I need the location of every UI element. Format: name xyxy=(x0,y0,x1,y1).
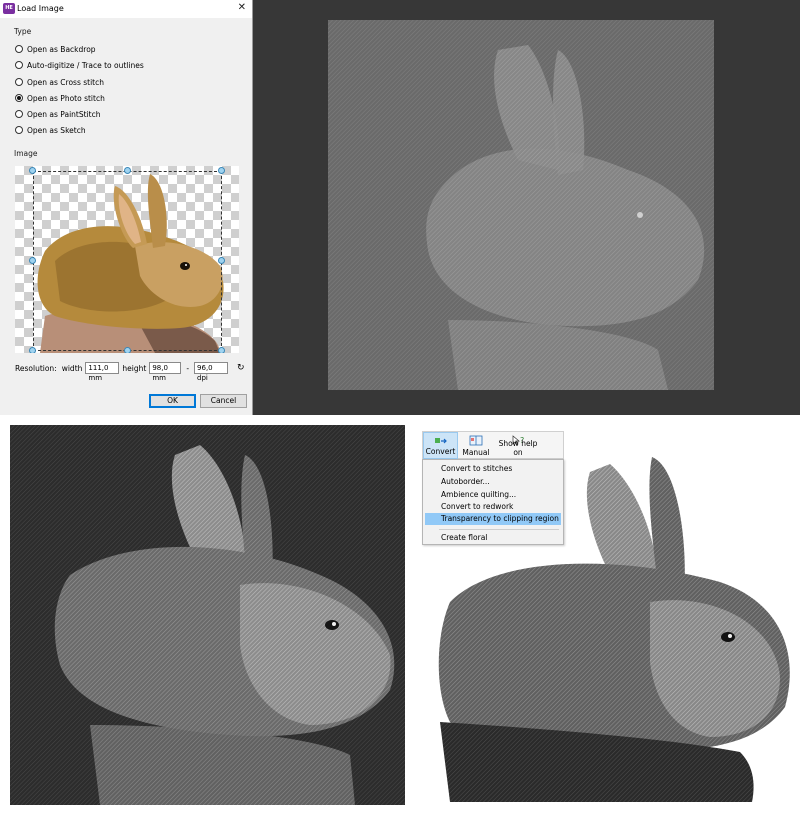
rabbit-stitch-clipped-image xyxy=(438,457,790,802)
image-preview[interactable] xyxy=(15,166,239,353)
type-group-label: Type xyxy=(14,27,32,36)
radio-cross-stitch[interactable]: Open as Cross stitch xyxy=(15,76,104,88)
option-label: Open as Photo stitch xyxy=(27,93,105,103)
radio-auto-digitize[interactable]: Auto-digitize / Trace to outlines xyxy=(15,59,144,71)
height-field[interactable]: 98,0 mm xyxy=(149,362,182,382)
width-label: width xyxy=(61,363,83,373)
ok-button[interactable]: OK xyxy=(149,394,196,408)
height-label: height xyxy=(122,363,147,373)
resize-handle[interactable] xyxy=(124,347,131,353)
option-label: Auto-digitize / Trace to outlines xyxy=(27,60,144,70)
radio-button[interactable] xyxy=(15,126,23,134)
app-icon: HE xyxy=(3,3,15,14)
radio-button[interactable] xyxy=(15,45,23,53)
radio-button-selected[interactable] xyxy=(15,94,23,102)
radio-dot xyxy=(17,96,21,100)
photo-stitch-clipped xyxy=(430,452,795,802)
resize-handle[interactable] xyxy=(29,347,36,353)
load-image-dialog: HE Load Image ✕ Type Open as Backdrop Au… xyxy=(0,0,253,415)
option-label: Open as Cross stitch xyxy=(27,77,104,87)
radio-photo-stitch[interactable]: Open as Photo stitch xyxy=(15,92,105,104)
option-label: Open as Backdrop xyxy=(27,44,96,54)
rabbit-stitch-image xyxy=(328,20,714,390)
dpi-field[interactable]: 96,0 dpi xyxy=(194,362,229,382)
convert-icon xyxy=(434,438,447,444)
radio-button[interactable] xyxy=(15,110,23,118)
dpi-separator: - xyxy=(186,363,190,373)
resize-handle[interactable] xyxy=(218,347,225,353)
radio-paintstitch[interactable]: Open as PaintStitch xyxy=(15,108,100,120)
reset-icon[interactable]: ↻ xyxy=(237,363,245,373)
option-label: Open as PaintStitch xyxy=(27,109,101,119)
resolution-label: Resolution: xyxy=(15,363,57,373)
radio-button[interactable] xyxy=(15,61,23,69)
resize-handle[interactable] xyxy=(218,257,225,264)
photo-stitch-full xyxy=(10,425,405,805)
selection-frame[interactable] xyxy=(33,171,222,351)
radio-sketch[interactable]: Open as Sketch xyxy=(15,124,86,136)
image-group-label: Image xyxy=(14,149,38,158)
dialog-title: Load Image xyxy=(17,4,64,13)
dialog-titlebar[interactable]: HE Load Image ✕ xyxy=(0,0,252,18)
option-label: Open as Sketch xyxy=(27,125,86,135)
resize-handle[interactable] xyxy=(29,257,36,264)
rabbit-stitch-full-image xyxy=(10,425,405,805)
radio-open-backdrop[interactable]: Open as Backdrop xyxy=(15,43,96,55)
resize-handle[interactable] xyxy=(29,167,36,174)
cancel-button[interactable]: Cancel xyxy=(200,394,247,408)
photo-stitch-preview-top xyxy=(328,20,714,390)
resize-handle[interactable] xyxy=(124,167,131,174)
resolution-row: Resolution: width 111,0 mm height 98,0 m… xyxy=(15,362,245,382)
width-field[interactable]: 111,0 mm xyxy=(85,362,120,382)
resize-handle[interactable] xyxy=(218,167,225,174)
close-icon[interactable]: ✕ xyxy=(238,2,246,13)
radio-button[interactable] xyxy=(15,78,23,86)
manual-icon xyxy=(469,435,483,446)
